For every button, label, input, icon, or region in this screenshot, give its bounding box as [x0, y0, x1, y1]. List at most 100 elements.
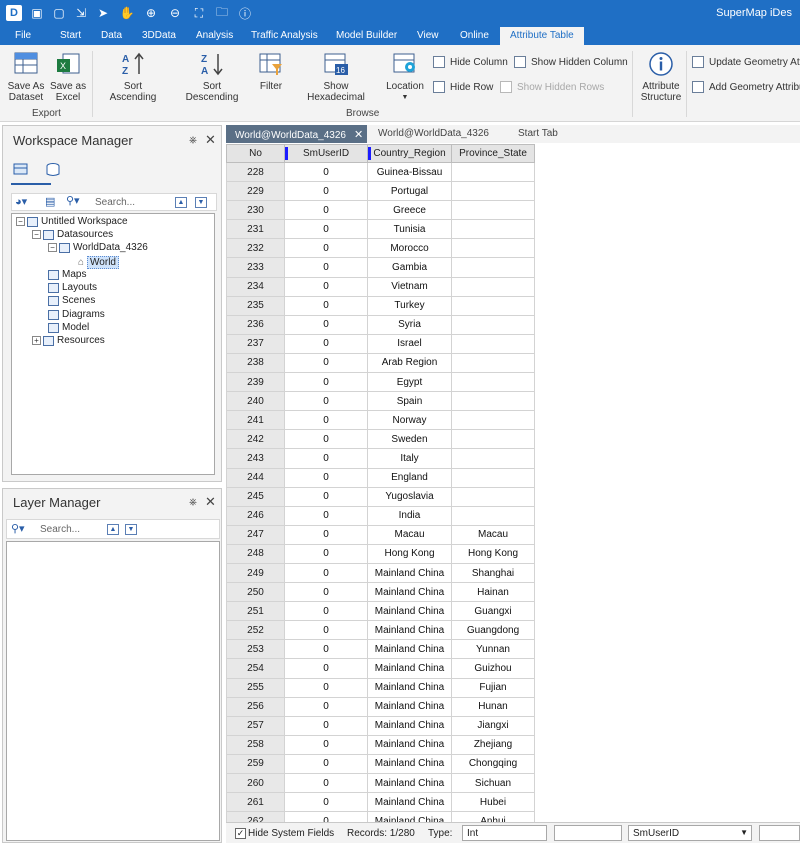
table-cell[interactable]: 0: [284, 753, 368, 775]
table-cell[interactable]: Shanghai: [451, 562, 535, 584]
table-cell[interactable]: 0: [284, 639, 368, 660]
menu-start[interactable]: Start: [60, 30, 81, 41]
add-geometry-attribute-button[interactable]: Add Geometry Attribu: [692, 81, 800, 93]
table-cell[interactable]: Mainland China: [367, 715, 452, 736]
collapse-icon[interactable]: −: [32, 230, 41, 239]
table-cell[interactable]: Hunan: [451, 696, 535, 717]
table-cell[interactable]: Syria: [367, 314, 452, 335]
table-cell[interactable]: 0: [284, 792, 368, 813]
save-as-excel-button[interactable]: X Save as Excel: [50, 51, 86, 103]
table-cell[interactable]: 0: [284, 352, 368, 374]
help-icon[interactable]: ⓘ: [237, 5, 253, 21]
table-row[interactable]: 234 0 Vietnam: [226, 276, 535, 297]
filter-button[interactable]: Filter: [256, 51, 286, 92]
row-number-cell[interactable]: 235: [226, 295, 285, 316]
table-cell[interactable]: Gambia: [367, 257, 452, 278]
menu-analysis[interactable]: Analysis: [196, 30, 233, 41]
table-cell[interactable]: [451, 219, 535, 240]
table-cell[interactable]: Yugoslavia: [367, 486, 452, 507]
menu-3ddata[interactable]: 3DData: [142, 30, 176, 41]
table-cell[interactable]: Hong Kong: [367, 543, 452, 564]
table-cell[interactable]: Guangxi: [451, 601, 535, 622]
table-cell[interactable]: Macau: [451, 524, 535, 545]
table-cell[interactable]: Hong Kong: [451, 543, 535, 564]
table-cell[interactable]: [451, 181, 535, 202]
table-row[interactable]: 230 0 Greece: [226, 200, 535, 221]
table-cell[interactable]: 0: [284, 486, 368, 507]
attribute-table-grid[interactable]: No SmUserID Country_Region Province_State 2…: [226, 144, 800, 822]
table-row[interactable]: 232 0 Morocco: [226, 238, 535, 259]
table-cell[interactable]: 0: [284, 734, 368, 755]
save-icon[interactable]: ▣: [29, 5, 45, 21]
full-extent-icon[interactable]: ⛶: [191, 5, 207, 21]
row-number-cell[interactable]: 257: [226, 715, 285, 736]
row-number-cell[interactable]: 230: [226, 200, 285, 221]
table-cell[interactable]: 0: [284, 257, 368, 278]
table-cell[interactable]: Mainland China: [367, 792, 452, 813]
column-header-province-state[interactable]: Province_State: [451, 144, 535, 163]
menu-model-builder[interactable]: Model Builder: [336, 30, 397, 41]
tree-node-resources[interactable]: + Resources: [32, 335, 105, 346]
table-cell[interactable]: 0: [284, 582, 368, 603]
tab-attribute-table-active[interactable]: World@WorldData_4326 ✕: [226, 125, 367, 143]
table-cell[interactable]: 0: [284, 238, 368, 259]
table-cell[interactable]: [451, 486, 535, 507]
type-value-field[interactable]: Int: [462, 825, 547, 841]
tree-node-diagrams[interactable]: Diagrams: [48, 309, 105, 320]
table-cell[interactable]: Arab Region: [367, 352, 452, 374]
table-row[interactable]: 242 0 Sweden: [226, 429, 535, 450]
table-cell[interactable]: Guinea-Bissau: [367, 161, 452, 183]
table-cell[interactable]: Mainland China: [367, 696, 452, 717]
menu-data[interactable]: Data: [101, 30, 122, 41]
table-cell[interactable]: 0: [284, 715, 368, 736]
row-number-cell[interactable]: 261: [226, 792, 285, 813]
table-cell[interactable]: Norway: [367, 410, 452, 431]
table-cell[interactable]: [451, 276, 535, 297]
table-cell[interactable]: 0: [284, 391, 368, 412]
table-row[interactable]: 229 0 Portugal: [226, 181, 535, 202]
row-number-cell[interactable]: 262: [226, 811, 285, 822]
table-row[interactable]: 235 0 Turkey: [226, 295, 535, 316]
row-number-cell[interactable]: 238: [226, 352, 285, 374]
table-cell[interactable]: 0: [284, 429, 368, 450]
collapse-icon[interactable]: −: [48, 243, 57, 252]
table-cell[interactable]: Greece: [367, 200, 452, 221]
window-icon[interactable]: ▢: [51, 5, 67, 21]
pin-icon[interactable]: ⎈: [189, 135, 197, 146]
table-cell[interactable]: 0: [284, 677, 368, 698]
table-cell[interactable]: Turkey: [367, 295, 452, 316]
row-number-cell[interactable]: 258: [226, 734, 285, 755]
row-number-cell[interactable]: 248: [226, 543, 285, 564]
hide-column-button[interactable]: Hide Column: [433, 56, 508, 68]
sort-descending-button[interactable]: Z A Sort Descending: [176, 51, 248, 103]
table-cell[interactable]: 0: [284, 314, 368, 335]
table-cell[interactable]: Mainland China: [367, 620, 452, 641]
search-next-button[interactable]: ▼: [195, 197, 207, 208]
table-cell[interactable]: [451, 410, 535, 431]
tree-node-maps[interactable]: Maps: [48, 269, 86, 280]
table-row[interactable]: 249 0 Mainland China Shanghai: [226, 562, 535, 584]
layer-search-input[interactable]: Search...: [40, 524, 80, 535]
tree-node-model[interactable]: Model: [48, 322, 89, 333]
table-row[interactable]: 241 0 Norway: [226, 410, 535, 431]
table-cell[interactable]: Mainland China: [367, 772, 452, 794]
datasource-tab-icon[interactable]: [45, 162, 61, 178]
table-row[interactable]: 237 0 Israel: [226, 333, 535, 354]
column-header-smuserid[interactable]: SmUserID: [284, 144, 368, 163]
row-number-cell[interactable]: 243: [226, 448, 285, 469]
menu-online[interactable]: Online: [460, 30, 489, 41]
table-row[interactable]: 258 0 Mainland China Zhejiang: [226, 734, 535, 755]
tab-start[interactable]: Start Tab: [509, 125, 566, 143]
save-as-dataset-button[interactable]: Save As Dataset: [7, 51, 45, 103]
hide-row-button[interactable]: Hide Row: [433, 81, 493, 93]
row-number-cell[interactable]: 239: [226, 372, 285, 393]
search-icon[interactable]: ⚲▾: [11, 522, 25, 535]
table-cell[interactable]: [451, 161, 535, 183]
table-row[interactable]: 243 0 Italy: [226, 448, 535, 469]
table-cell[interactable]: Chongqing: [451, 753, 535, 775]
pan-hand-icon[interactable]: ✋: [119, 5, 135, 21]
table-cell[interactable]: Mainland China: [367, 601, 452, 622]
table-cell[interactable]: [451, 295, 535, 316]
table-row[interactable]: 231 0 Tunisia: [226, 219, 535, 240]
table-row[interactable]: 257 0 Mainland China Jiangxi: [226, 715, 535, 736]
